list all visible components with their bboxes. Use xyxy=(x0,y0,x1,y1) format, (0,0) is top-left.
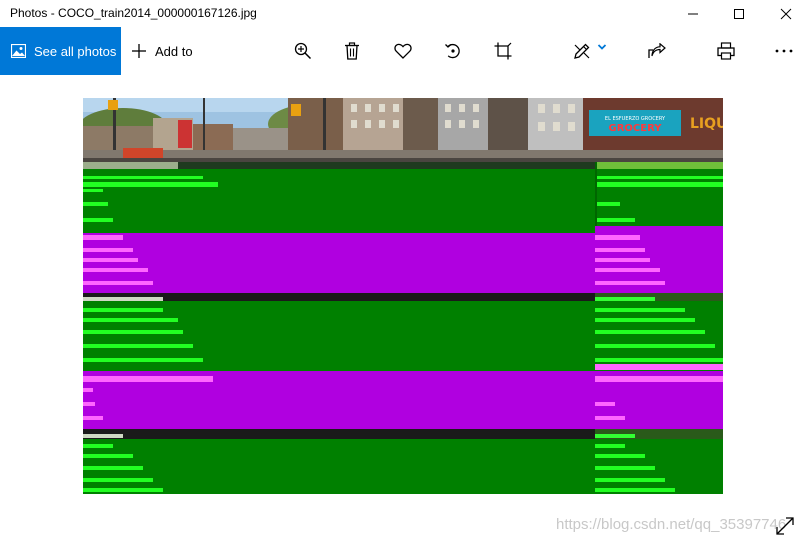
minimize-icon xyxy=(688,13,698,14)
delete-button[interactable] xyxy=(332,27,372,75)
title-bar: Photos - COCO_train2014_000000167126.jpg xyxy=(0,0,809,27)
print-icon xyxy=(717,42,735,60)
see-all-photos-label: See all photos xyxy=(34,43,117,59)
corrupted-photo: EL ESFUERZO GROCERY GROCERY LIQU xyxy=(83,98,723,494)
delete-icon xyxy=(345,42,359,60)
glitch-bands xyxy=(83,162,723,494)
photo-viewer: EL ESFUERZO GROCERY GROCERY LIQU https:/… xyxy=(0,75,809,545)
toolbar: See all photos Add to xyxy=(0,27,809,75)
maximize-button[interactable] xyxy=(716,0,762,27)
add-to-label: Add to xyxy=(155,43,193,59)
favorite-button[interactable] xyxy=(383,27,423,75)
window-title: Photos - COCO_train2014_000000167126.jpg xyxy=(10,6,257,20)
photo[interactable]: EL ESFUERZO GROCERY GROCERY LIQU xyxy=(83,98,723,494)
zoom-button[interactable] xyxy=(283,27,323,75)
crop-button[interactable] xyxy=(483,27,523,75)
zoom-in-icon xyxy=(294,42,312,60)
shop-sign-side: LIQU xyxy=(690,116,723,132)
add-to-button[interactable]: Add to xyxy=(131,27,193,75)
favorite-heart-icon xyxy=(394,43,412,59)
shop-sign-top: EL ESFUERZO GROCERY xyxy=(605,116,666,122)
share-icon xyxy=(648,43,666,58)
rotate-button[interactable] xyxy=(433,27,473,75)
share-button[interactable] xyxy=(637,27,677,75)
more-icon xyxy=(775,49,793,53)
maximize-icon xyxy=(734,8,744,19)
edit-create-button[interactable] xyxy=(566,27,614,75)
watermark: https://blog.csdn.net/qq_35397746 xyxy=(556,516,787,533)
chevron-down-icon xyxy=(597,44,607,50)
close-icon xyxy=(780,8,792,19)
rotate-icon xyxy=(445,43,460,59)
close-button[interactable] xyxy=(763,0,809,27)
print-button[interactable] xyxy=(706,27,746,75)
minimize-button[interactable] xyxy=(670,0,716,27)
expand-icon xyxy=(776,517,794,535)
see-all-photos-button[interactable]: See all photos xyxy=(0,27,121,75)
svg-text:GROCERY: GROCERY xyxy=(609,123,663,134)
photos-icon xyxy=(11,44,26,58)
more-button[interactable] xyxy=(764,27,804,75)
street-scene: EL ESFUERZO GROCERY GROCERY LIQU xyxy=(83,98,723,162)
plus-icon xyxy=(132,44,146,58)
edit-pen-icon xyxy=(574,43,590,59)
crop-icon xyxy=(494,42,512,60)
fullscreen-button[interactable] xyxy=(771,512,799,540)
